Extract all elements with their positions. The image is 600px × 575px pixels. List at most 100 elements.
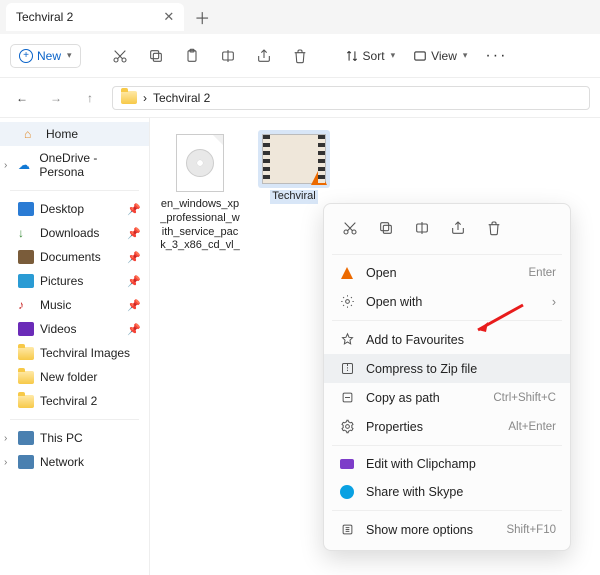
share-icon[interactable] xyxy=(249,41,279,71)
breadcrumb-segment[interactable]: Techviral 2 xyxy=(153,91,210,105)
pin-icon: 📌 xyxy=(127,251,141,264)
file-item-selected[interactable]: Techviral xyxy=(254,130,334,204)
clipchamp-icon xyxy=(340,459,354,469)
folder-icon xyxy=(121,91,137,104)
view-icon xyxy=(413,49,427,63)
menu-item-skype[interactable]: Share with Skype xyxy=(324,478,570,506)
pc-icon xyxy=(18,431,34,445)
file-name: en_windows_xp_professional_with_service_… xyxy=(160,198,240,254)
context-quick-actions xyxy=(324,210,570,250)
menu-item-properties[interactable]: PropertiesAlt+Enter xyxy=(324,412,570,441)
vlc-icon xyxy=(311,169,327,185)
tab-bar: Techviral 2 ✕ ＋ xyxy=(0,0,600,34)
sidebar: ⌂ Home › ☁ OneDrive - Persona Desktop 📌 ↓… xyxy=(0,118,150,575)
more-icon xyxy=(338,522,356,537)
sidebar-item-videos[interactable]: Videos 📌 xyxy=(0,317,149,341)
network-icon xyxy=(18,455,34,469)
share-icon[interactable] xyxy=(444,214,472,242)
close-tab-icon[interactable]: ✕ xyxy=(163,9,174,25)
sidebar-item-desktop[interactable]: Desktop 📌 xyxy=(0,197,149,221)
toolbar: + New ▾ Sort ▾ View ▾ ··· xyxy=(0,34,600,78)
folder-icon xyxy=(18,371,34,384)
iso-file-icon xyxy=(176,134,224,192)
menu-item-clipchamp[interactable]: Edit with Clipchamp xyxy=(324,450,570,478)
copy-icon[interactable] xyxy=(141,41,171,71)
file-item[interactable]: en_windows_xp_professional_with_service_… xyxy=(160,130,240,254)
zip-icon xyxy=(338,361,356,376)
folder-icon xyxy=(18,347,34,360)
home-icon: ⌂ xyxy=(24,127,40,141)
chevron-down-icon: ▾ xyxy=(67,50,72,61)
sidebar-label: Videos xyxy=(40,322,76,336)
menu-item-copy-path[interactable]: Copy as pathCtrl+Shift+C xyxy=(324,383,570,412)
sidebar-label: This PC xyxy=(40,431,83,445)
menu-item-open-with[interactable]: Open with› xyxy=(324,287,570,316)
delete-icon[interactable] xyxy=(285,41,315,71)
menu-item-more-options[interactable]: Show more optionsShift+F10 xyxy=(324,515,570,544)
sidebar-item-folder[interactable]: Techviral Images xyxy=(0,341,149,365)
more-options-icon[interactable]: ··· xyxy=(479,47,513,65)
copy-path-icon xyxy=(338,390,356,405)
pin-icon: 📌 xyxy=(127,227,141,240)
window-tab[interactable]: Techviral 2 ✕ xyxy=(6,3,184,31)
sidebar-item-network[interactable]: ›Network xyxy=(0,450,149,474)
star-icon xyxy=(338,332,356,347)
sort-button[interactable]: Sort ▾ xyxy=(339,45,402,67)
sidebar-item-folder[interactable]: New folder xyxy=(0,365,149,389)
skype-icon xyxy=(340,485,354,499)
sort-label: Sort xyxy=(363,49,385,63)
sidebar-item-home[interactable]: ⌂ Home xyxy=(0,122,149,146)
pictures-icon xyxy=(18,274,34,288)
sidebar-item-onedrive[interactable]: › ☁ OneDrive - Persona xyxy=(0,146,149,184)
new-tab-button[interactable]: ＋ xyxy=(194,5,210,29)
sidebar-label: Desktop xyxy=(40,202,84,216)
address-bar[interactable]: › Techviral 2 xyxy=(112,86,590,110)
sidebar-label: Documents xyxy=(40,250,101,264)
view-button[interactable]: View ▾ xyxy=(407,45,473,67)
downloads-icon: ↓ xyxy=(18,226,34,240)
chevron-right-icon: › xyxy=(552,295,556,309)
menu-item-favourites[interactable]: Add to Favourites xyxy=(324,325,570,354)
sidebar-item-music[interactable]: ♪Music📌 xyxy=(0,293,149,317)
view-label: View xyxy=(431,49,457,63)
desktop-icon xyxy=(18,202,34,216)
properties-icon xyxy=(338,419,356,434)
cloud-icon: ☁ xyxy=(18,158,33,172)
back-button[interactable]: ← xyxy=(10,86,34,110)
nav-row: ← → ↑ › Techviral 2 xyxy=(0,78,600,118)
up-button[interactable]: ↑ xyxy=(78,86,102,110)
new-button[interactable]: + New ▾ xyxy=(10,44,81,68)
cut-icon[interactable] xyxy=(336,214,364,242)
file-name: Techviral xyxy=(270,190,317,204)
sidebar-item-folder[interactable]: Techviral 2 xyxy=(0,389,149,413)
rename-icon[interactable] xyxy=(408,214,436,242)
pin-icon: 📌 xyxy=(127,323,141,336)
rename-icon[interactable] xyxy=(213,41,243,71)
copy-icon[interactable] xyxy=(372,214,400,242)
videos-icon xyxy=(18,322,34,336)
sidebar-item-thispc[interactable]: › This PC xyxy=(0,426,149,450)
video-file-icon xyxy=(262,134,326,184)
folder-icon xyxy=(18,395,34,408)
cut-icon[interactable] xyxy=(105,41,135,71)
context-menu: OpenEnter Open with› Add to Favourites C… xyxy=(323,203,571,551)
sidebar-item-documents[interactable]: Documents 📌 xyxy=(0,245,149,269)
sidebar-label: Home xyxy=(46,127,78,141)
pin-icon: 📌 xyxy=(127,203,141,216)
sidebar-label: Techviral Images xyxy=(40,346,130,360)
open-with-icon xyxy=(338,294,356,309)
menu-item-open[interactable]: OpenEnter xyxy=(324,259,570,287)
chevron-right-icon[interactable]: › xyxy=(4,457,7,468)
delete-icon[interactable] xyxy=(480,214,508,242)
sidebar-label: Music xyxy=(40,298,71,312)
sidebar-item-downloads[interactable]: ↓Downloads📌 xyxy=(0,221,149,245)
breadcrumb-sep: › xyxy=(143,91,147,105)
sidebar-label: New folder xyxy=(40,370,97,384)
chevron-right-icon[interactable]: › xyxy=(4,160,7,171)
tab-title: Techviral 2 xyxy=(16,10,73,24)
chevron-right-icon[interactable]: › xyxy=(4,433,7,444)
sidebar-item-pictures[interactable]: Pictures📌 xyxy=(0,269,149,293)
menu-item-compress-zip[interactable]: Compress to Zip file xyxy=(324,354,570,383)
forward-button[interactable]: → xyxy=(44,86,68,110)
paste-icon[interactable] xyxy=(177,41,207,71)
